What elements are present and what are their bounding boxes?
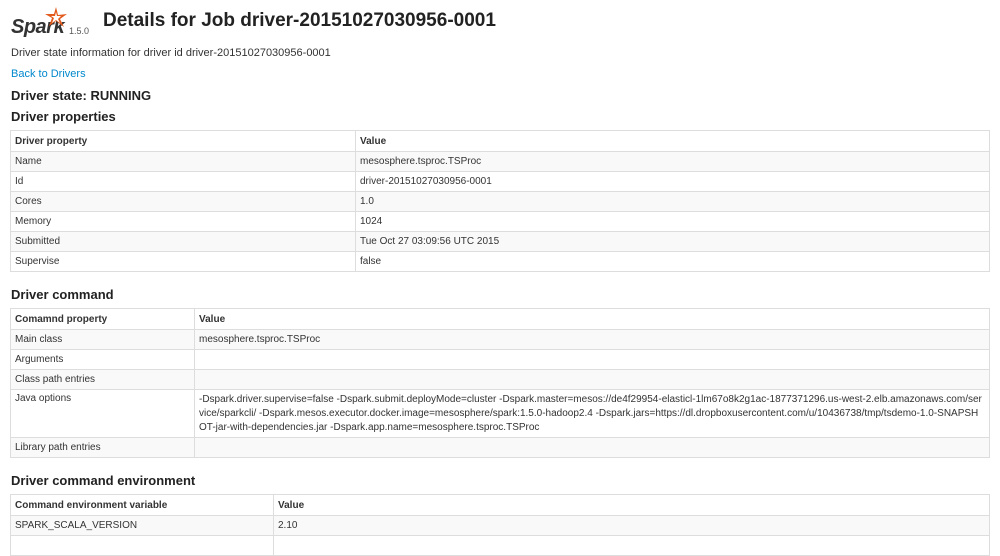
table-row: Submitted Tue Oct 27 03:09:56 UTC 2015 [10, 231, 990, 252]
back-to-drivers-link[interactable]: Back to Drivers [11, 68, 86, 80]
table-row: Java options -Dspark.driver.supervise=fa… [10, 389, 990, 438]
command-value [194, 437, 990, 458]
column-header: Driver property [10, 130, 356, 152]
logo-version: 1.5.0 [69, 26, 90, 36]
property-name: Id [10, 171, 356, 192]
table-header-row: Comamnd property Value [10, 308, 990, 330]
env-value: 2.10 [273, 515, 990, 536]
driver-state: Driver state: RUNNING [11, 88, 152, 103]
table-row: Class path entries [10, 369, 990, 390]
table-header-row: Command environment variable Value [10, 494, 990, 516]
property-value: driver-20151027030956-0001 [355, 171, 990, 192]
property-value: mesosphere.tsproc.TSProc [355, 151, 990, 172]
driver-environment-table: Command environment variable Value SPARK… [10, 494, 990, 556]
command-value [194, 369, 990, 390]
property-value: false [355, 251, 990, 272]
environment-heading: Driver command environment [11, 473, 196, 488]
env-variable: SPARK_SCALA_VERSION [10, 515, 274, 536]
command-property: Main class [10, 329, 195, 350]
command-property: Java options [10, 389, 195, 438]
driver-command-table: Comamnd property Value Main class mesosp… [10, 308, 990, 458]
table-row: Cores 1.0 [10, 191, 990, 212]
property-value: Tue Oct 27 03:09:56 UTC 2015 [355, 231, 990, 252]
table-row: Arguments [10, 349, 990, 370]
command-heading: Driver command [11, 287, 114, 302]
table-row: Main class mesosphere.tsproc.TSProc [10, 329, 990, 350]
property-value: 1.0 [355, 191, 990, 212]
table-row: Id driver-20151027030956-0001 [10, 171, 990, 192]
command-property: Class path entries [10, 369, 195, 390]
table-row: SPARK_SCALA_VERSION 2.10 [10, 515, 990, 536]
command-value [194, 349, 990, 370]
spark-logo[interactable]: Spark 1.5.0 [8, 4, 104, 44]
command-property: Library path entries [10, 437, 195, 458]
page-header: Spark 1.5.0 Details for Job driver-20151… [8, 4, 988, 48]
table-row: Library path entries [10, 437, 990, 458]
property-value: 1024 [355, 211, 990, 232]
property-name: Supervise [10, 251, 356, 272]
driver-properties-table: Driver property Value Name mesosphere.ts… [10, 130, 990, 272]
column-header: Comamnd property [10, 308, 195, 330]
column-header: Command environment variable [10, 494, 274, 516]
env-value [273, 535, 990, 556]
property-name: Submitted [10, 231, 356, 252]
table-row: Memory 1024 [10, 211, 990, 232]
table-row [10, 535, 990, 556]
column-header: Value [273, 494, 990, 516]
command-value: mesosphere.tsproc.TSProc [194, 329, 990, 350]
table-row: Name mesosphere.tsproc.TSProc [10, 151, 990, 172]
env-variable [10, 535, 274, 556]
property-name: Name [10, 151, 356, 172]
driver-info-text: Driver state information for driver id d… [11, 47, 331, 59]
page-title: Details for Job driver-20151027030956-00… [103, 10, 496, 31]
properties-heading: Driver properties [11, 109, 116, 124]
table-row: Supervise false [10, 251, 990, 272]
table-header-row: Driver property Value [10, 130, 990, 152]
spark-star-icon [45, 7, 67, 27]
column-header: Value [355, 130, 990, 152]
property-name: Memory [10, 211, 356, 232]
java-options-value: -Dspark.driver.supervise=false -Dspark.s… [194, 389, 990, 438]
column-header: Value [194, 308, 990, 330]
property-name: Cores [10, 191, 356, 212]
command-property: Arguments [10, 349, 195, 370]
